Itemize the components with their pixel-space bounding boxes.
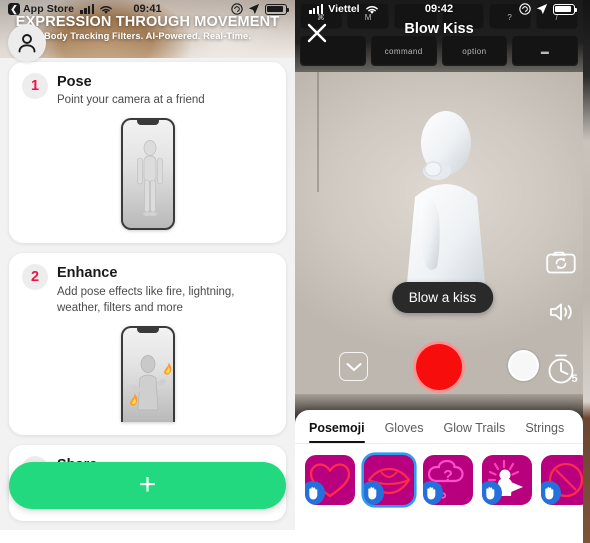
step-number: 2 (22, 264, 48, 291)
step-number: 1 (22, 73, 48, 99)
tab-gloves[interactable]: Gloves (385, 421, 424, 443)
thought-bubble-filter[interactable]: ? (423, 455, 473, 505)
key-command: command (370, 36, 437, 66)
laptop-edge (317, 72, 319, 192)
effect-title: Blow Kiss (404, 21, 474, 37)
keyboard-row-bottom: command option ▬ (295, 36, 583, 66)
card-title: Enhance (57, 265, 118, 282)
card-description: Add pose effects like fire, lightning, w… (57, 285, 235, 314)
effects-sheet: Posemoji Gloves Glow Trails Strings Fi (295, 410, 583, 543)
add-button[interactable]: + (9, 462, 286, 509)
timer-button[interactable]: 5 (546, 352, 580, 386)
tab-glow-trails[interactable]: Glow Trails (443, 421, 505, 443)
close-icon (307, 23, 327, 43)
bottom-safe-area (0, 530, 295, 543)
effects-thumbnail-list[interactable]: ? (295, 444, 583, 505)
effects-tab-bar: Posemoji Gloves Glow Trails Strings Fi (295, 410, 583, 444)
orientation-lock-icon (231, 3, 243, 15)
standing-figure-icon (136, 140, 163, 217)
tab-strings[interactable]: Strings (525, 421, 564, 443)
heart-filter[interactable] (305, 455, 355, 505)
key-option: option (441, 36, 508, 66)
flip-camera-button[interactable] (546, 250, 576, 274)
superhero-filter[interactable] (482, 455, 532, 505)
camera-flip-icon (546, 251, 576, 274)
swirl-filter[interactable] (541, 455, 583, 505)
pose-hint-tooltip: Blow a kiss (391, 282, 494, 313)
card-pose[interactable]: 1 Pose Point your camera at a friend (9, 62, 286, 244)
battery-icon (553, 3, 578, 15)
close-button[interactable] (305, 21, 329, 45)
orientation-lock-icon (519, 3, 531, 15)
right-app-panel: ⌘ M ? / command option ▬ Viettel 09:42 B… (295, 0, 590, 543)
left-status-bar: ❮ App Store 09:41 (0, 0, 295, 18)
photo-mode-button[interactable] (508, 350, 539, 381)
svg-text:?: ? (443, 468, 453, 485)
fire-pose-figure-icon (129, 355, 171, 411)
phone-preview (22, 326, 273, 423)
blow-kiss-avatar (405, 111, 487, 305)
dual-screenshot-root: ❮ App Store 09:41 EXPRESSION THROUGH MOV… (0, 0, 590, 543)
record-button[interactable] (413, 341, 465, 393)
right-status-bar: Viettel 09:42 (295, 0, 583, 18)
speaker-icon (550, 303, 572, 321)
profile-avatar-button[interactable] (8, 24, 46, 62)
collapse-button[interactable] (339, 352, 368, 381)
timer-icon: 5 (548, 354, 578, 385)
phone-notch-icon (136, 120, 159, 126)
timer-value: 5 (572, 373, 578, 385)
phone-notch-icon (136, 328, 159, 334)
tab-posemoji[interactable]: Posemoji (309, 421, 365, 443)
plus-icon: + (138, 467, 157, 501)
phone-preview (22, 118, 273, 231)
left-app-panel: ❮ App Store 09:41 EXPRESSION THROUGH MOV… (0, 0, 295, 543)
screen-edge-strip (583, 0, 590, 543)
lips-filter[interactable] (364, 455, 414, 505)
card-enhance[interactable]: 2 Enhance Add pose effects like fire, li… (9, 253, 286, 436)
location-arrow-icon (536, 3, 548, 15)
card-description: Point your camera at a friend (57, 94, 205, 107)
key-spacebar: ▬ (512, 36, 578, 66)
battery-icon (265, 3, 290, 15)
person-icon (18, 34, 36, 53)
sound-toggle-button[interactable] (548, 300, 576, 324)
chevron-down-icon (346, 362, 361, 371)
card-title: Pose (57, 74, 92, 90)
location-arrow-icon (248, 3, 260, 15)
